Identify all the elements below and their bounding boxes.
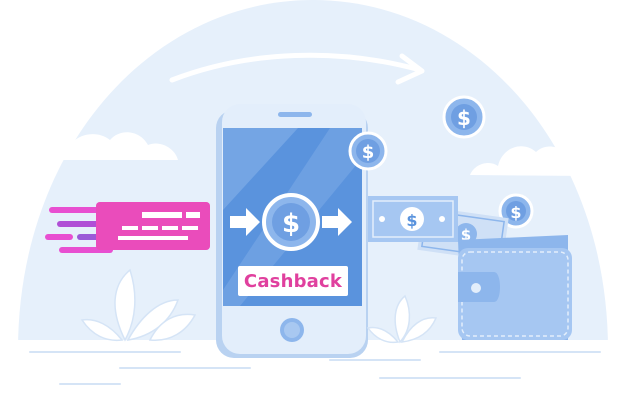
svg-text:$: $ [282, 209, 300, 239]
cashback-illustration: $ $ $ $ $ $ Cashback [0, 0, 626, 417]
dollar-coin-icon: $ [442, 95, 486, 139]
svg-text:$: $ [510, 203, 521, 222]
dollar-coin-icon: $ [348, 131, 388, 171]
banknote-icon: $ [368, 196, 458, 242]
svg-text:$: $ [457, 106, 471, 130]
svg-text:$: $ [362, 142, 375, 163]
dollar-coin-icon: $ [262, 193, 320, 251]
wallet-icon [458, 235, 572, 340]
illustration-canvas: $ $ $ $ $ $ [0, 0, 626, 417]
cashback-label: Cashback [238, 266, 348, 296]
svg-text:$: $ [406, 211, 417, 230]
